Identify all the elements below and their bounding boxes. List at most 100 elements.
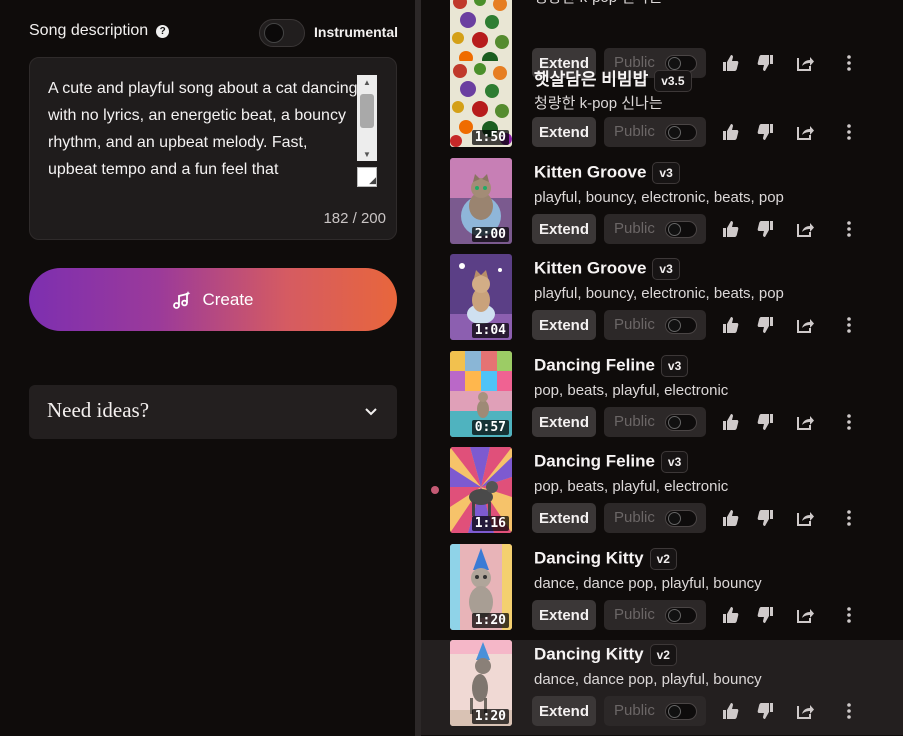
- public-toggle[interactable]: Public: [604, 407, 706, 437]
- public-toggle[interactable]: Public: [604, 117, 706, 147]
- thumbs-up-icon[interactable]: [721, 606, 739, 624]
- public-switch[interactable]: [665, 414, 697, 431]
- public-toggle[interactable]: Public: [604, 214, 706, 244]
- public-toggle[interactable]: Public: [604, 600, 706, 630]
- share-icon[interactable]: [796, 316, 814, 334]
- version-badge: v3.5: [654, 69, 692, 92]
- song-cover-image[interactable]: 1:20: [450, 640, 512, 726]
- song-row[interactable]: 1:04 Kitten Groove v3 playful, bouncy, el…: [421, 254, 903, 349]
- thumbs-up-icon[interactable]: [721, 316, 739, 334]
- need-ideas-accordion[interactable]: Need ideas?: [29, 385, 397, 439]
- thumbs-down-icon[interactable]: [757, 220, 775, 238]
- public-toggle[interactable]: Public: [604, 310, 706, 340]
- more-vertical-icon[interactable]: [840, 702, 858, 720]
- song-row[interactable]: 1:20 Dancing Kitty v2 dance, dance pop, p…: [421, 544, 903, 639]
- song-title[interactable]: Dancing Feline v3: [534, 451, 689, 473]
- song-title-text[interactable]: 햇살담은 비빔밥: [534, 70, 648, 89]
- thumbs-down-icon[interactable]: [757, 702, 775, 720]
- share-icon[interactable]: [796, 413, 814, 431]
- thumbs-up-icon[interactable]: [721, 509, 739, 527]
- song-title-text[interactable]: Dancing Feline: [534, 355, 655, 374]
- song-cover-image[interactable]: 1:16: [450, 447, 512, 533]
- public-toggle[interactable]: Public: [604, 696, 706, 726]
- resize-handle-icon[interactable]: ◢: [357, 167, 377, 187]
- song-title-text[interactable]: Kitten Groove: [534, 162, 646, 181]
- duration-label: 0:57: [471, 420, 509, 435]
- public-switch[interactable]: [665, 221, 697, 238]
- extend-button[interactable]: Extend: [532, 696, 596, 726]
- extend-button[interactable]: Extend: [532, 503, 596, 533]
- thumbs-up-icon[interactable]: [721, 220, 739, 238]
- extend-button[interactable]: Extend: [532, 407, 596, 437]
- song-description-value[interactable]: A cute and playful song about a cat danc…: [48, 75, 360, 183]
- instrumental-toggle[interactable]: [259, 19, 305, 47]
- song-title-text[interactable]: Dancing Feline: [534, 451, 655, 470]
- scroll-up-icon[interactable]: ▲: [357, 75, 377, 89]
- thumbs-down-icon[interactable]: [757, 123, 775, 141]
- public-switch[interactable]: [665, 607, 697, 624]
- public-switch[interactable]: [665, 317, 697, 334]
- duration-label: 1:20: [471, 709, 509, 724]
- switch-knob: [668, 705, 681, 718]
- song-row[interactable]: 1:16 Dancing Feline v3 pop, beats, playfu…: [421, 447, 903, 542]
- song-cover-image[interactable]: 1:50: [450, 61, 512, 147]
- switch-knob: [668, 416, 681, 429]
- song-tags: dance, dance pop, playful, bouncy: [534, 671, 762, 688]
- more-vertical-icon[interactable]: [840, 509, 858, 527]
- thumbs-down-icon[interactable]: [757, 606, 775, 624]
- public-switch[interactable]: [665, 703, 697, 720]
- duration-label: 1:50: [471, 130, 509, 145]
- switch-knob: [668, 609, 681, 622]
- song-description-field[interactable]: A cute and playful song about a cat danc…: [29, 57, 397, 240]
- thumbs-down-icon[interactable]: [757, 413, 775, 431]
- textarea-scrollbar[interactable]: ▲ ▼: [357, 75, 377, 161]
- share-icon[interactable]: [796, 220, 814, 238]
- public-switch[interactable]: [665, 510, 697, 527]
- more-vertical-icon[interactable]: [840, 123, 858, 141]
- extend-button[interactable]: Extend: [532, 600, 596, 630]
- help-icon[interactable]: ?: [156, 24, 170, 38]
- chevron-down-icon[interactable]: [363, 403, 379, 419]
- extend-button[interactable]: Extend: [532, 117, 596, 147]
- share-icon[interactable]: [796, 123, 814, 141]
- song-title[interactable]: Kitten Groove v3: [534, 258, 680, 280]
- thumbs-down-icon[interactable]: [757, 316, 775, 334]
- share-icon[interactable]: [796, 509, 814, 527]
- song-row[interactable]: 0:57 Dancing Feline v3 pop, beats, playfu…: [421, 351, 903, 446]
- thumbs-up-icon[interactable]: [721, 413, 739, 431]
- extend-button[interactable]: Extend: [532, 214, 596, 244]
- song-title-text[interactable]: Kitten Groove: [534, 258, 646, 277]
- more-vertical-icon[interactable]: [840, 220, 858, 238]
- create-button[interactable]: Create: [29, 268, 397, 331]
- public-switch[interactable]: [665, 124, 697, 141]
- scroll-down-icon[interactable]: ▼: [357, 147, 377, 161]
- public-toggle[interactable]: Public: [604, 503, 706, 533]
- song-row[interactable]: 1:20 Dancing Kitty v2 dance, dance pop, p…: [421, 640, 903, 735]
- song-title[interactable]: Dancing Feline v3: [534, 355, 689, 377]
- create-label: Create: [202, 289, 254, 309]
- share-icon[interactable]: [796, 702, 814, 720]
- song-cover-image[interactable]: 1:04: [450, 254, 512, 340]
- character-counter: 182 / 200: [323, 210, 386, 227]
- song-row[interactable]: 1:50 햇살담은 비빔밥 v3.5 청량한 k-pop 신나는 Extend P…: [421, 61, 903, 156]
- extend-button[interactable]: Extend: [532, 310, 596, 340]
- thumbs-up-icon[interactable]: [721, 123, 739, 141]
- share-icon[interactable]: [796, 606, 814, 624]
- song-cover-image[interactable]: 2:00: [450, 158, 512, 244]
- song-title[interactable]: Kitten Groove v3: [534, 162, 680, 184]
- song-title[interactable]: Dancing Kitty v2: [534, 644, 677, 666]
- more-vertical-icon[interactable]: [840, 413, 858, 431]
- song-title-text[interactable]: Dancing Kitty: [534, 644, 644, 663]
- song-title-text[interactable]: Dancing Kitty: [534, 548, 644, 567]
- song-cover-image[interactable]: 1:20: [450, 544, 512, 630]
- thumbs-up-icon[interactable]: [721, 702, 739, 720]
- version-badge: v2: [649, 644, 677, 666]
- song-cover-image[interactable]: 0:57: [450, 351, 512, 437]
- song-title[interactable]: Dancing Kitty v2: [534, 548, 677, 570]
- song-row[interactable]: 2:00 Kitten Groove v3 playful, bouncy, el…: [421, 158, 903, 253]
- song-title[interactable]: 햇살담은 비빔밥 v3.5: [534, 65, 692, 92]
- more-vertical-icon[interactable]: [840, 316, 858, 334]
- scroll-thumb[interactable]: [360, 94, 374, 128]
- more-vertical-icon[interactable]: [840, 606, 858, 624]
- thumbs-down-icon[interactable]: [757, 509, 775, 527]
